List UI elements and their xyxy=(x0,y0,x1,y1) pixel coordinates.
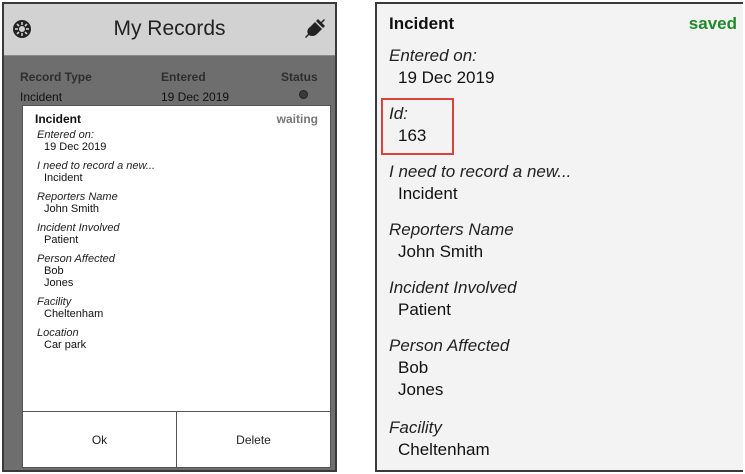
field-label: Entered on: xyxy=(37,129,94,141)
field-value: 19 Dec 2019 xyxy=(44,141,107,153)
dialog-buttons: Ok Delete xyxy=(23,411,330,467)
dialog-status: waiting xyxy=(276,112,318,126)
field-entered-on: Entered on: 19 Dec 2019 xyxy=(37,129,318,153)
field-reporters-name: Reporters Name John Smith xyxy=(389,219,733,277)
field-label: Person Affected xyxy=(389,336,510,355)
field-label: Reporters Name xyxy=(37,191,118,203)
record-list-header: Record Type Entered Status xyxy=(4,70,335,86)
record-row[interactable]: Incident 19 Dec 2019 xyxy=(4,90,335,104)
field-facility: Facility Cheltenham xyxy=(389,417,733,470)
check-circle-icon xyxy=(299,90,308,99)
field-label: I need to record a new... xyxy=(37,160,156,172)
field-value-last-name: Jones xyxy=(44,277,74,289)
field-label: Facility xyxy=(389,418,442,437)
field-label: Person Affected xyxy=(37,253,115,265)
field-incident-involved: Incident Involved Patient xyxy=(389,277,733,335)
field-value-last-name: Jones xyxy=(398,380,444,399)
field-reporters-name: Reporters Name John Smith xyxy=(37,191,318,215)
field-value: Cheltenham xyxy=(398,440,490,459)
record-detail-dialog: Incident waiting Entered on: 19 Dec 2019… xyxy=(22,105,331,468)
field-record-type: I need to record a new... Incident xyxy=(37,160,318,184)
field-value: John Smith xyxy=(398,242,484,261)
field-value: Car park xyxy=(44,339,87,351)
ok-button[interactable]: Ok xyxy=(23,412,176,467)
app-title: My Records xyxy=(113,17,226,40)
field-value: Cheltenham xyxy=(44,308,104,320)
field-label: Incident Involved xyxy=(389,278,517,297)
id-field-highlight xyxy=(381,98,454,155)
field-value: Incident xyxy=(44,172,83,184)
right-phone-screen: Incident saved Entered on: 19 Dec 2019 I… xyxy=(375,2,743,472)
field-value-first-name: Bob xyxy=(44,265,64,277)
dialog-title: Incident xyxy=(35,112,82,126)
field-value: John Smith xyxy=(44,203,100,215)
field-label: Incident Involved xyxy=(37,222,120,234)
field-value: 19 Dec 2019 xyxy=(398,68,495,87)
field-label: Facility xyxy=(37,296,72,308)
field-label: Entered on: xyxy=(389,46,477,65)
field-person-affected: Person Affected Bob Jones xyxy=(37,253,318,289)
row-entered: 19 Dec 2019 xyxy=(161,90,230,104)
field-label: Location xyxy=(37,327,79,339)
column-header-status[interactable]: Status xyxy=(281,70,318,84)
field-value-first-name: Bob xyxy=(398,358,429,377)
field-person-affected: Person Affected Bob Jones xyxy=(389,335,733,417)
dialog-fields: Entered on: 19 Dec 2019 I need to record… xyxy=(37,129,318,358)
field-incident-involved: Incident Involved Patient xyxy=(37,222,318,246)
column-header-entered[interactable]: Entered xyxy=(161,70,206,84)
column-header-record-type[interactable]: Record Type xyxy=(20,70,92,84)
field-label: I need to record a new... xyxy=(389,162,572,181)
field-record-type: I need to record a new... Incident xyxy=(389,161,733,219)
plug-icon[interactable] xyxy=(303,17,327,41)
delete-button[interactable]: Delete xyxy=(176,412,330,467)
field-entered-on: Entered on: 19 Dec 2019 xyxy=(389,45,733,103)
field-value: Incident xyxy=(398,184,458,203)
row-record-type: Incident xyxy=(20,90,63,104)
left-phone-screen: My Records Record Type Entered Status In… xyxy=(2,2,337,472)
app-bar: My Records xyxy=(4,4,335,56)
field-facility: Facility Cheltenham xyxy=(37,296,318,320)
field-value: Patient xyxy=(398,300,451,319)
record-title: Incident xyxy=(389,14,455,33)
field-location: Location Car park xyxy=(37,327,318,351)
field-label: Reporters Name xyxy=(389,220,514,239)
field-value: Patient xyxy=(44,234,79,246)
record-status: saved xyxy=(688,14,737,33)
